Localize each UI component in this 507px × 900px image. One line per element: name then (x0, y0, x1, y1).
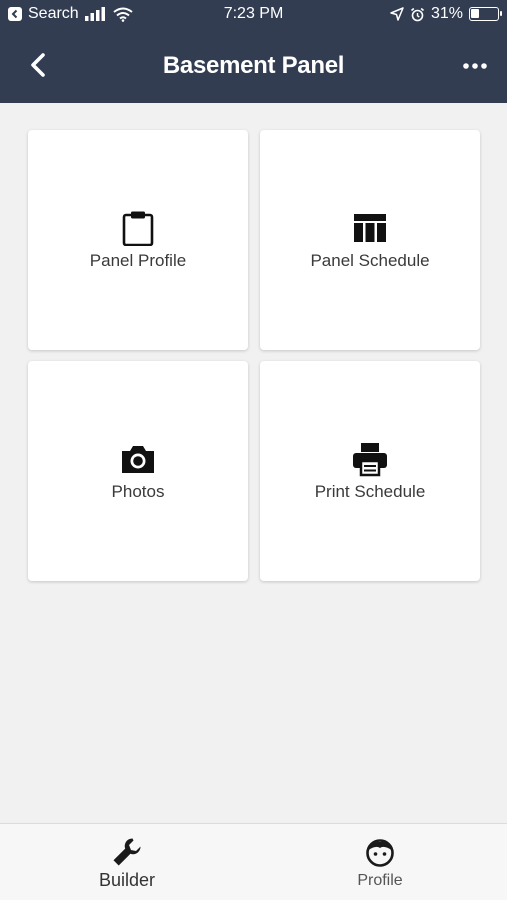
wrench-icon (113, 838, 141, 866)
table-icon (354, 214, 386, 242)
camera-icon (122, 446, 154, 473)
tab-builder[interactable]: Builder (0, 824, 254, 900)
panel-schedule-card[interactable]: Panel Schedule (260, 130, 480, 350)
page-title: Basement Panel (162, 52, 345, 79)
card-label: Photos (111, 482, 165, 501)
alarm-icon (410, 7, 424, 21)
print-schedule-card[interactable]: Print Schedule (260, 361, 480, 581)
card-label: Print Schedule (314, 482, 426, 501)
card-label: Panel Profile (89, 251, 187, 270)
clipboard-icon (122, 211, 154, 246)
tab-label: Profile (357, 872, 403, 889)
battery-percent: 31% (430, 5, 463, 22)
tab-label: Builder (98, 870, 156, 890)
photos-card[interactable]: Photos (28, 361, 248, 581)
panel-profile-card[interactable]: Panel Profile (28, 130, 248, 350)
face-icon (366, 839, 394, 867)
battery-fill (471, 9, 479, 18)
tab-profile[interactable]: Profile (253, 824, 507, 900)
status-right: 31% (390, 5, 502, 23)
card-label: Panel Schedule (310, 251, 430, 270)
bottom-tab-bar: Builder Profile (0, 823, 507, 900)
more-options-icon[interactable] (461, 54, 489, 78)
battery-icon (469, 7, 502, 21)
printer-icon (353, 443, 387, 477)
location-icon (390, 7, 404, 21)
app-header: Search 7:23 PM 31% Basement Panel (0, 0, 507, 103)
status-bar: Search 7:23 PM 31% (0, 0, 507, 30)
navigation-bar: Basement Panel (0, 30, 507, 103)
